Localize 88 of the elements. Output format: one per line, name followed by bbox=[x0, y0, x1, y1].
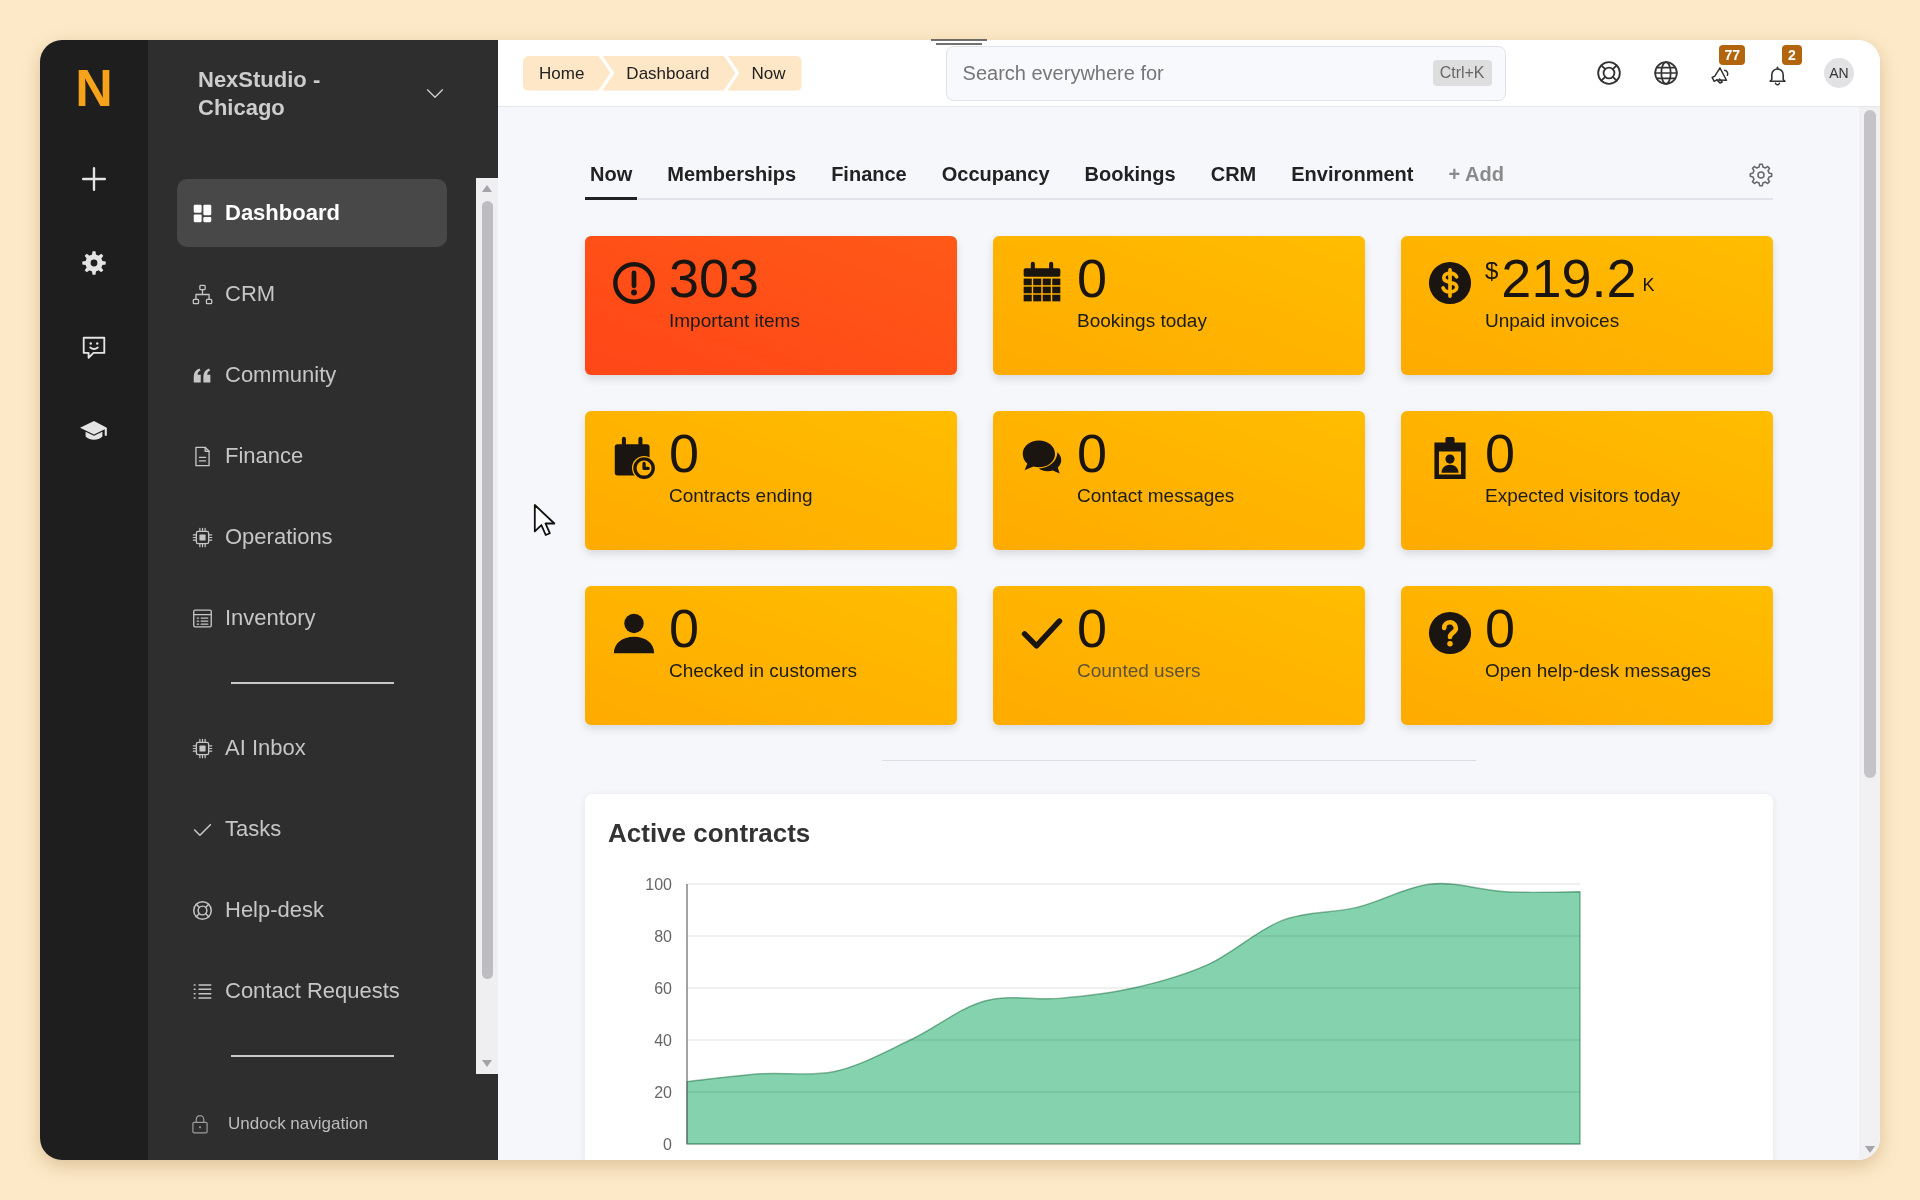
undock-link[interactable]: Undock navigation bbox=[228, 1114, 368, 1134]
stat-label: Contact messages bbox=[1077, 484, 1235, 508]
y-axis-label: 60 bbox=[654, 979, 672, 997]
y-axis-label: 80 bbox=[654, 927, 672, 945]
nav-item[interactable]: Dashboard bbox=[177, 179, 447, 247]
app-logo[interactable]: N bbox=[75, 62, 113, 114]
document-icon bbox=[192, 445, 213, 467]
nav-item[interactable]: AI Inbox bbox=[177, 714, 447, 782]
stat-label: Important items bbox=[669, 309, 800, 333]
settings-icon[interactable] bbox=[82, 251, 106, 275]
lock-icon bbox=[190, 1114, 210, 1134]
chip-icon bbox=[192, 737, 213, 759]
stat-label: Checked in customers bbox=[669, 659, 857, 683]
avatar[interactable]: AN bbox=[1824, 58, 1854, 88]
person-icon bbox=[612, 611, 656, 655]
stat-value: 0 bbox=[1077, 424, 1108, 482]
stat-value: 0 bbox=[1077, 249, 1108, 307]
scrollbar[interactable] bbox=[476, 178, 498, 1074]
stat-label: Open help-desk messages bbox=[1485, 659, 1711, 683]
breadcrumb-link[interactable]: Now bbox=[727, 55, 802, 91]
y-axis-label: 0 bbox=[663, 1135, 672, 1153]
count-badge: 2 bbox=[1782, 45, 1802, 65]
dollar-circle-icon bbox=[1428, 261, 1472, 305]
chart-title: Active contracts bbox=[608, 817, 812, 850]
tab[interactable]: Environment bbox=[1286, 152, 1419, 200]
stat-value: 0 bbox=[1077, 599, 1108, 657]
scrollbar-thumb[interactable] bbox=[481, 201, 493, 979]
stat-label: Expected visitors today bbox=[1485, 484, 1681, 508]
y-axis-label: 20 bbox=[654, 1083, 672, 1101]
stat-card[interactable]: 0 Expected visitors today bbox=[1401, 411, 1773, 550]
lifebuoy-icon bbox=[192, 899, 213, 921]
lifebuoy-icon[interactable] bbox=[1596, 60, 1622, 86]
tab[interactable]: Finance bbox=[826, 152, 912, 200]
stat-value: 0 bbox=[669, 599, 700, 657]
nav-item[interactable]: Help-desk bbox=[177, 876, 447, 944]
currency-symbol: $ bbox=[1485, 257, 1499, 285]
grid-icon bbox=[192, 202, 213, 224]
tab[interactable]: Memberships bbox=[662, 152, 802, 200]
table-icon bbox=[192, 607, 213, 629]
globe-icon[interactable] bbox=[1653, 60, 1679, 86]
tab[interactable]: CRM bbox=[1205, 152, 1262, 200]
nav-item[interactable]: CRM bbox=[177, 260, 447, 328]
y-axis-label: 40 bbox=[654, 1031, 672, 1049]
y-axis-label: 100 bbox=[645, 875, 672, 893]
stat-value: 303 bbox=[669, 249, 760, 307]
stat-card[interactable]: 0 Checked in customers bbox=[585, 586, 957, 725]
hierarchy-icon bbox=[192, 283, 213, 305]
tab[interactable]: Occupancy bbox=[936, 152, 1055, 200]
smiley-chat-icon[interactable] bbox=[81, 335, 107, 361]
stat-label: Counted users bbox=[1077, 659, 1201, 683]
stat-value: 0 bbox=[669, 424, 700, 482]
stat-card[interactable]: 303 Important items bbox=[585, 236, 957, 375]
workspace-name[interactable]: NexStudio - Chicago bbox=[198, 66, 373, 122]
scrollbar-thumb[interactable] bbox=[1863, 110, 1876, 778]
nav-item[interactable]: Finance bbox=[177, 422, 447, 490]
question-circle-icon bbox=[1428, 611, 1472, 655]
stat-card[interactable]: 0 Contracts ending bbox=[585, 411, 957, 550]
breadcrumb-link[interactable]: Dashboard bbox=[602, 55, 736, 91]
breadcrumb-link[interactable]: Home bbox=[523, 55, 611, 91]
nav-item[interactable]: Inventory bbox=[177, 584, 447, 652]
nav-item[interactable]: Community bbox=[177, 341, 447, 409]
stat-value: 0 bbox=[1485, 599, 1516, 657]
stat-card[interactable]: 0 Open help-desk messages bbox=[1401, 586, 1773, 725]
stat-card[interactable]: 0 Contact messages bbox=[993, 411, 1365, 550]
stat-label: Contracts ending bbox=[669, 484, 813, 508]
stat-value: 219.2 bbox=[1501, 249, 1637, 307]
tab[interactable]: Bookings bbox=[1079, 152, 1181, 200]
scrollbar[interactable] bbox=[1859, 107, 1880, 1160]
unit-suffix: K bbox=[1642, 274, 1655, 296]
chip-icon bbox=[192, 526, 213, 548]
bell-icon[interactable] bbox=[1767, 65, 1788, 86]
calendar-clock-icon bbox=[612, 436, 656, 480]
nav-item[interactable]: Tasks bbox=[177, 795, 447, 863]
stat-label: Bookings today bbox=[1077, 309, 1207, 333]
mouse-pointer-icon bbox=[533, 503, 557, 537]
plus-icon[interactable] bbox=[81, 166, 107, 192]
tab[interactable]: Now bbox=[585, 152, 638, 200]
megaphone-icon[interactable] bbox=[1710, 65, 1731, 86]
nav-item[interactable]: Contact Requests bbox=[177, 957, 447, 1025]
stat-value: 0 bbox=[1485, 424, 1516, 482]
alert-circle-icon bbox=[612, 261, 656, 305]
stat-label: Unpaid invoices bbox=[1485, 309, 1621, 333]
drag-handle-icon[interactable] bbox=[931, 39, 987, 45]
stat-card[interactable]: $219.2 K Unpaid invoices bbox=[1401, 236, 1773, 375]
stat-card[interactable]: 0 Bookings today bbox=[993, 236, 1365, 375]
count-badge: 77 bbox=[1719, 45, 1745, 65]
stat-card[interactable]: 0 Counted users bbox=[993, 586, 1365, 725]
nav-item[interactable]: Operations bbox=[177, 503, 447, 571]
